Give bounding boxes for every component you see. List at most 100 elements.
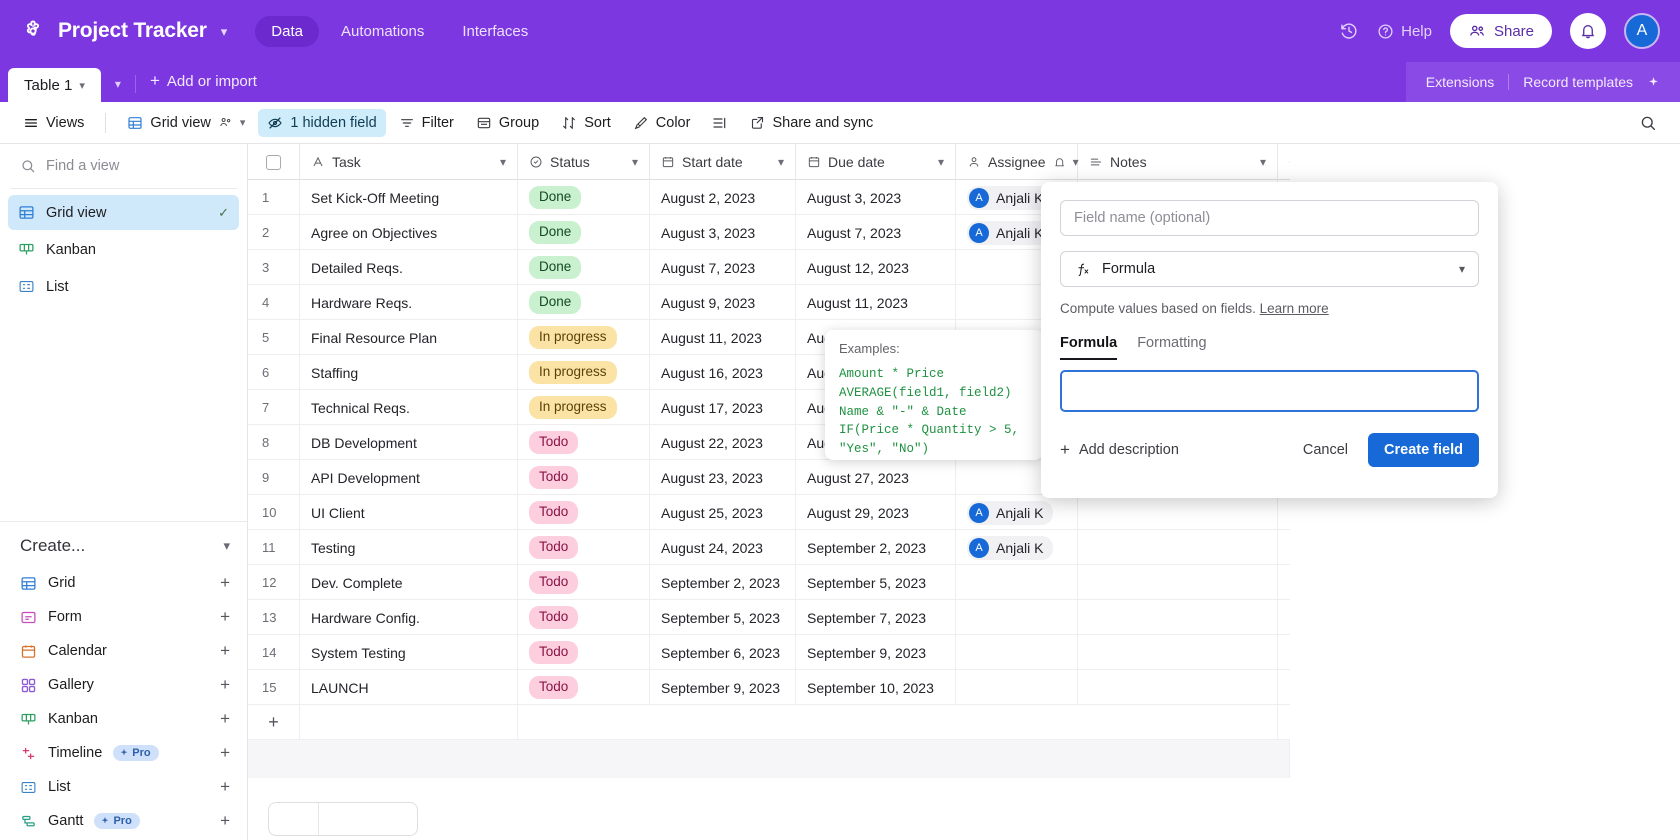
cell-assignee[interactable]: AAnjali K: [956, 530, 1078, 565]
cell-start-date[interactable]: August 3, 2023: [650, 215, 796, 250]
tab-formatting[interactable]: Formatting: [1137, 335, 1206, 360]
cell-status[interactable]: Todo: [518, 670, 650, 705]
cell-start-date[interactable]: August 25, 2023: [650, 495, 796, 530]
cell-due-date[interactable]: August 12, 2023: [796, 250, 956, 285]
cell-start-date[interactable]: August 11, 2023: [650, 320, 796, 355]
create-item-list[interactable]: List +: [0, 770, 248, 804]
user-avatar[interactable]: A: [1624, 13, 1660, 49]
cell-notes[interactable]: [1078, 495, 1278, 530]
plus-icon[interactable]: +: [220, 641, 230, 661]
cell-task[interactable]: Final Resource Plan: [300, 320, 518, 355]
cell-assignee[interactable]: AAnjali K: [956, 495, 1078, 530]
views-button[interactable]: Views: [14, 109, 93, 137]
cell-assignee[interactable]: [956, 670, 1078, 705]
cell-due-date[interactable]: August 27, 2023: [796, 460, 956, 495]
cell-due-date[interactable]: September 10, 2023: [796, 670, 956, 705]
find-view-input[interactable]: Find a view: [0, 144, 247, 186]
top-nav-interfaces[interactable]: Interfaces: [446, 16, 544, 47]
chevron-down-icon[interactable]: ▾: [1260, 155, 1266, 169]
cell-start-date[interactable]: August 2, 2023: [650, 180, 796, 215]
create-item-calendar[interactable]: Calendar +: [0, 634, 248, 668]
select-all-checkbox[interactable]: [266, 155, 281, 170]
chevron-down-icon[interactable]: ▾: [500, 155, 506, 169]
chevron-down-icon[interactable]: ▾: [79, 79, 85, 92]
cell-status[interactable]: In progress: [518, 390, 650, 425]
create-heading[interactable]: Create... ▾: [0, 521, 248, 566]
cancel-button[interactable]: Cancel: [1289, 434, 1362, 466]
cell-due-date[interactable]: September 5, 2023: [796, 565, 956, 600]
cell-due-date[interactable]: September 7, 2023: [796, 600, 956, 635]
create-item-gallery[interactable]: Gallery +: [0, 668, 248, 702]
field-type-select[interactable]: Formula ▾: [1060, 251, 1479, 287]
learn-more-link[interactable]: Learn more: [1260, 301, 1329, 316]
cell-start-date[interactable]: August 7, 2023: [650, 250, 796, 285]
plus-icon[interactable]: +: [248, 705, 300, 739]
cell-due-date[interactable]: August 11, 2023: [796, 285, 956, 320]
extensions-button[interactable]: Extensions: [1426, 74, 1494, 90]
row-height-button[interactable]: [703, 109, 737, 137]
plus-icon[interactable]: +: [220, 675, 230, 695]
cell-status[interactable]: Done: [518, 250, 650, 285]
toolbar-cell-left[interactable]: [269, 803, 319, 835]
brand[interactable]: Project Tracker ▾: [0, 18, 227, 44]
cell-status[interactable]: Done: [518, 215, 650, 250]
add-or-import-button[interactable]: + Add or import: [136, 71, 271, 102]
create-item-form[interactable]: Form +: [0, 600, 248, 634]
cell-notes[interactable]: [1078, 565, 1278, 600]
chevron-down-icon[interactable]: ▾: [778, 155, 784, 169]
column-header-start-date[interactable]: Start date ▾: [650, 144, 796, 180]
cell-task[interactable]: Staffing: [300, 355, 518, 390]
cell-task[interactable]: Hardware Reqs.: [300, 285, 518, 320]
cell-start-date[interactable]: August 22, 2023: [650, 425, 796, 460]
cell-start-date[interactable]: September 9, 2023: [650, 670, 796, 705]
add-description-button[interactable]: + Add description: [1060, 440, 1179, 460]
cell-due-date[interactable]: August 29, 2023: [796, 495, 956, 530]
cell-assignee[interactable]: [956, 635, 1078, 670]
cell-status[interactable]: Todo: [518, 565, 650, 600]
cell-status[interactable]: Todo: [518, 600, 650, 635]
column-header-task[interactable]: Task ▾: [300, 144, 518, 180]
cell-status[interactable]: Done: [518, 180, 650, 215]
cell-due-date[interactable]: September 2, 2023: [796, 530, 956, 565]
cell-task[interactable]: Set Kick-Off Meeting: [300, 180, 518, 215]
toolbar-cell-right[interactable]: [319, 803, 417, 835]
select-all-cell[interactable]: [248, 144, 300, 180]
cell-task[interactable]: DB Development: [300, 425, 518, 460]
cell-task[interactable]: Agree on Objectives: [300, 215, 518, 250]
cell-status[interactable]: Todo: [518, 460, 650, 495]
cell-due-date[interactable]: August 3, 2023: [796, 180, 956, 215]
plus-icon[interactable]: +: [220, 607, 230, 627]
cell-task[interactable]: Hardware Config.: [300, 600, 518, 635]
hidden-fields-button[interactable]: 1 hidden field: [258, 109, 385, 137]
sort-button[interactable]: Sort: [552, 109, 620, 137]
create-item-gantt[interactable]: Gantt Pro +: [0, 804, 248, 838]
chevron-down-icon[interactable]: ▾: [223, 538, 230, 554]
cell-start-date[interactable]: September 6, 2023: [650, 635, 796, 670]
column-header-assignee[interactable]: Assignee ▾: [956, 144, 1078, 180]
top-nav-data[interactable]: Data: [255, 16, 319, 47]
cell-start-date[interactable]: August 17, 2023: [650, 390, 796, 425]
cell-status[interactable]: In progress: [518, 355, 650, 390]
cell-task[interactable]: Detailed Reqs.: [300, 250, 518, 285]
field-name-input[interactable]: Field name (optional): [1060, 200, 1479, 236]
plus-icon[interactable]: +: [220, 573, 230, 593]
create-item-grid[interactable]: Grid +: [0, 566, 248, 600]
cell-start-date[interactable]: August 23, 2023: [650, 460, 796, 495]
plus-icon[interactable]: +: [220, 709, 230, 729]
cell-start-date[interactable]: September 5, 2023: [650, 600, 796, 635]
cell-start-date[interactable]: August 9, 2023: [650, 285, 796, 320]
grid-view-button[interactable]: Grid view ▾: [118, 109, 254, 137]
sidebar-view-grid-view[interactable]: Grid view ✓: [8, 195, 239, 230]
chevron-down-icon[interactable]: ▾: [1459, 262, 1465, 276]
cell-task[interactable]: Testing: [300, 530, 518, 565]
cell-notes[interactable]: [1078, 600, 1278, 635]
chevron-down-icon[interactable]: ▾: [221, 25, 228, 38]
cell-task[interactable]: Technical Reqs.: [300, 390, 518, 425]
cell-status[interactable]: Todo: [518, 495, 650, 530]
cell-start-date[interactable]: August 24, 2023: [650, 530, 796, 565]
bell-icon[interactable]: [1053, 156, 1066, 169]
record-count-toolbar[interactable]: [268, 802, 418, 836]
share-button[interactable]: Share: [1450, 14, 1552, 48]
cell-due-date[interactable]: August 7, 2023: [796, 215, 956, 250]
cell-notes[interactable]: [1078, 670, 1278, 705]
